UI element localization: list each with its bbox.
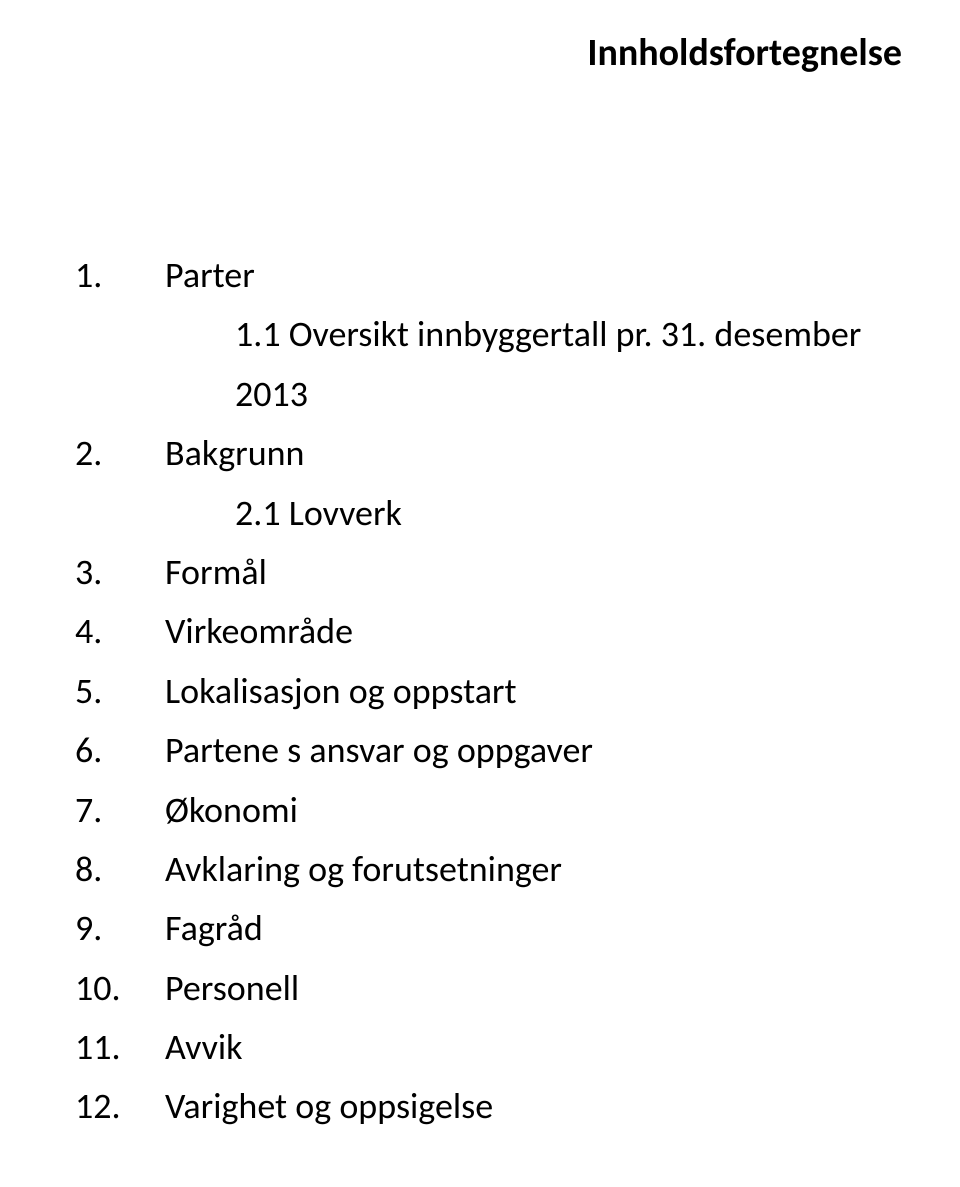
toc-item: 9. Fagråd xyxy=(75,899,910,958)
toc-item: 7. Økonomi xyxy=(75,781,910,840)
toc-number: 4. xyxy=(75,602,165,661)
toc-number: 11. xyxy=(75,1018,165,1077)
toc-text: Økonomi xyxy=(165,781,910,840)
toc-text: Bakgrunn xyxy=(165,424,910,483)
toc-text: Formål xyxy=(165,543,910,602)
toc-number: 7. xyxy=(75,781,165,840)
toc-number: 3. xyxy=(75,543,165,602)
toc-item: 12. Varighet og oppsigelse xyxy=(75,1077,910,1136)
toc-text: Parter xyxy=(165,246,910,305)
toc-item: 2. Bakgrunn xyxy=(75,424,910,483)
toc-item: 1. Parter xyxy=(75,246,910,305)
toc-item: 6. Partene s ansvar og oppgaver xyxy=(75,721,910,780)
toc-text: Personell xyxy=(165,959,910,1018)
toc-subitem: 1.1 Oversikt innbyggertall pr. 31. desem… xyxy=(75,305,910,424)
toc-item: 3. Formål xyxy=(75,543,910,602)
toc-item: 8. Avklaring og forutsetninger xyxy=(75,840,910,899)
toc-number: 12. xyxy=(75,1077,165,1136)
toc-text: Lokalisasjon og oppstart xyxy=(165,662,910,721)
toc-text: Varighet og oppsigelse xyxy=(165,1077,910,1136)
toc-number: 8. xyxy=(75,840,165,899)
toc-item: 4. Virkeområde xyxy=(75,602,910,661)
toc-number: 5. xyxy=(75,662,165,721)
toc-text: Virkeområde xyxy=(165,602,910,661)
toc-item: 11. Avvik xyxy=(75,1018,910,1077)
toc-text: Avvik xyxy=(165,1018,910,1077)
toc-item: 5. Lokalisasjon og oppstart xyxy=(75,662,910,721)
table-of-contents: 1. Parter 1.1 Oversikt innbyggertall pr.… xyxy=(75,246,910,1137)
toc-number: 1. xyxy=(75,246,165,305)
toc-text: Fagråd xyxy=(165,899,910,958)
toc-number: 2. xyxy=(75,424,165,483)
toc-text: Avklaring og forutsetninger xyxy=(165,840,910,899)
toc-number: 10. xyxy=(75,959,165,1018)
toc-text: Partene s ansvar og oppgaver xyxy=(165,721,910,780)
toc-number: 6. xyxy=(75,721,165,780)
page-title: Innholdsfortegnelse xyxy=(75,30,910,76)
toc-item: 10. Personell xyxy=(75,959,910,1018)
toc-number: 9. xyxy=(75,899,165,958)
document-page: Innholdsfortegnelse 1. Parter 1.1 Oversi… xyxy=(0,0,960,1187)
toc-subitem: 2.1 Lovverk xyxy=(75,484,910,543)
